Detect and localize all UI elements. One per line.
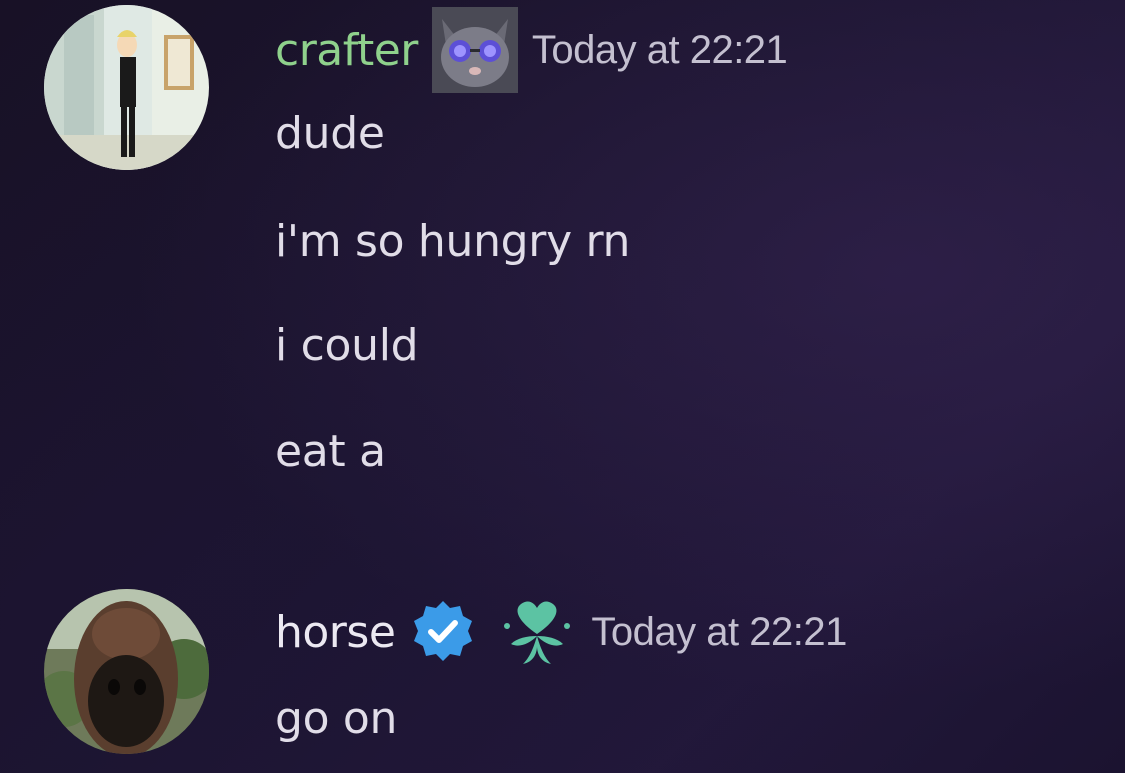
heart-flower-icon[interactable] <box>499 596 575 668</box>
username[interactable]: crafter <box>275 25 418 76</box>
crafter-avatar[interactable] <box>44 5 209 170</box>
message-timestamp[interactable]: Today at 22:21 <box>532 28 788 73</box>
cartoon-character-avatar-image <box>44 5 209 170</box>
message-timestamp[interactable]: Today at 22:21 <box>591 610 847 655</box>
horse-avatar-image <box>44 589 209 754</box>
message-text: i'm so hungry rn <box>275 216 631 267</box>
message-header: horse Today at 22:21 <box>275 600 847 664</box>
username[interactable]: horse <box>275 607 396 658</box>
message-text: i could <box>275 320 419 371</box>
cat-with-glasses-icon[interactable] <box>431 7 518 93</box>
message-text: eat a <box>275 426 386 477</box>
horse-avatar[interactable] <box>44 589 209 754</box>
message-text: go on <box>275 693 398 744</box>
message-text: dude <box>275 108 385 159</box>
message-header: crafter Today at 22:21 <box>275 7 788 93</box>
verified-check-icon[interactable] <box>409 598 477 666</box>
chat-view: crafter Today at 22:21 dude i'm so hungr… <box>0 0 1125 773</box>
